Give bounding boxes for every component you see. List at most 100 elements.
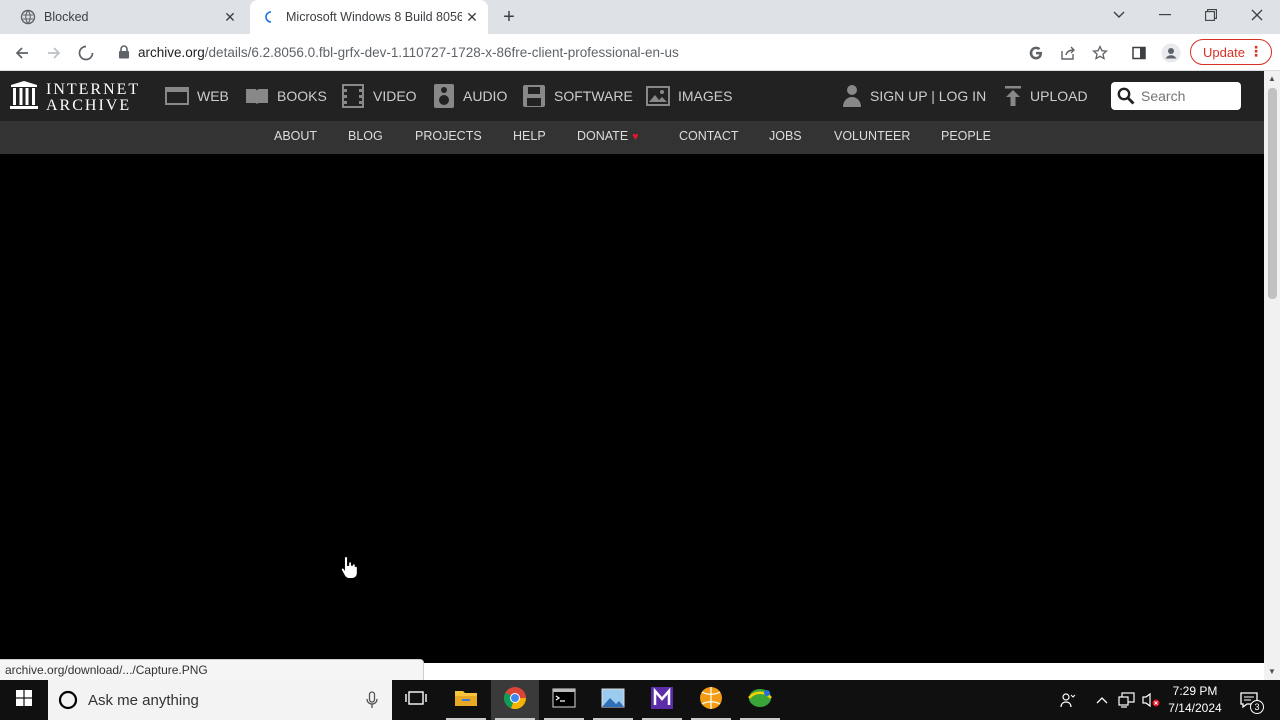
microphone-icon[interactable]: [366, 691, 378, 709]
subnav-projects[interactable]: PROJECTS: [415, 121, 482, 154]
signin-label: SIGN UP | LOG IN: [870, 88, 987, 104]
stop-loading-button[interactable]: [73, 40, 99, 66]
forward-button[interactable]: [41, 40, 67, 66]
donate-label: DONATE: [577, 129, 629, 143]
images-icon: [646, 86, 670, 106]
purple-m-app-icon: [650, 686, 674, 715]
url-host: archive.org: [138, 44, 205, 60]
ia-search-box[interactable]: [1111, 82, 1241, 110]
nav-books[interactable]: BOOKS: [245, 71, 327, 121]
minimize-button[interactable]: [1142, 0, 1188, 30]
volume-muted-icon[interactable]: [1140, 680, 1162, 720]
close-icon[interactable]: ✕: [220, 7, 240, 27]
nav-video[interactable]: VIDEO: [341, 71, 417, 121]
more-menu-icon[interactable]: ⋮: [1249, 43, 1263, 60]
close-window-button[interactable]: [1234, 0, 1280, 30]
nav-label: AUDIO: [463, 88, 508, 104]
hand-cursor-icon: [340, 555, 358, 584]
logo-line-1: INTERNET: [46, 80, 141, 98]
taskbar-command-prompt[interactable]: [540, 680, 588, 720]
nav-audio[interactable]: AUDIO: [433, 71, 507, 121]
tab-windows8-build[interactable]: Microsoft Windows 8 Build 8056 ✕: [250, 0, 488, 34]
nav-label: BOOKS: [277, 88, 327, 104]
search-icon: [1117, 87, 1135, 105]
page-content-area: [0, 154, 1264, 663]
task-view-icon: [405, 690, 427, 711]
video-icon: [341, 84, 365, 108]
sign-up-login-link[interactable]: SIGN UP | LOG IN: [842, 71, 986, 121]
subnav-donate[interactable]: DONATE ♥: [577, 121, 639, 154]
upload-link[interactable]: UPLOAD: [1004, 71, 1088, 121]
nav-web[interactable]: WEB: [165, 71, 229, 121]
taskbar-chrome[interactable]: [491, 680, 539, 720]
url-text[interactable]: archive.org/details/6.2.8056.0.fbl-grfx-…: [138, 45, 679, 60]
cortana-circle-icon: [58, 690, 78, 710]
tab-strip: Blocked ✕ Microsoft Windows 8 Build 8056…: [0, 0, 1280, 34]
subnav-people[interactable]: PEOPLE: [941, 121, 991, 154]
action-center-button[interactable]: 3: [1236, 680, 1264, 720]
lock-icon[interactable]: [118, 45, 130, 59]
green-globe-icon: [747, 687, 773, 714]
url-path: /details/6.2.8056.0.fbl-grfx-dev-1.11072…: [204, 44, 679, 60]
nav-images[interactable]: IMAGES: [646, 71, 732, 121]
start-button[interactable]: [0, 680, 48, 720]
upload-icon: [1004, 85, 1022, 107]
task-view-button[interactable]: [392, 680, 440, 720]
user-icon: [842, 84, 862, 108]
audio-icon: [433, 83, 455, 109]
taskbar-media-app[interactable]: [638, 680, 686, 720]
restore-button[interactable]: [1188, 0, 1234, 30]
show-hidden-icons-chevron-icon[interactable]: [1092, 680, 1112, 720]
profile-avatar-icon[interactable]: [1158, 40, 1184, 66]
taskbar-clock[interactable]: 7:29 PM 7/14/2024: [1160, 683, 1230, 717]
cortana-search-box[interactable]: Ask me anything: [48, 680, 392, 720]
taskbar-photos[interactable]: [589, 680, 637, 720]
folder-icon: [454, 688, 478, 713]
web-icon: [165, 86, 189, 106]
photo-viewer-icon: [601, 688, 625, 713]
windows-taskbar: Ask me anything 7:29 PM 7/14/2024 3: [0, 680, 1280, 720]
browser-toolbar: archive.org/details/6.2.8056.0.fbl-grfx-…: [0, 34, 1280, 71]
taskbar-orange-app[interactable]: [687, 680, 735, 720]
subnav-volunteer[interactable]: VOLUNTEER: [834, 121, 910, 154]
nav-label: IMAGES: [678, 88, 733, 104]
nav-software[interactable]: SOFTWARE: [522, 71, 633, 121]
scrollbar-thumb[interactable]: [1268, 88, 1277, 299]
tab-blocked[interactable]: Blocked ✕: [8, 0, 246, 34]
update-label: Update: [1203, 44, 1245, 60]
google-icon[interactable]: [1023, 40, 1049, 66]
subnav-help[interactable]: HELP: [513, 121, 546, 154]
page-scrollbar[interactable]: ▲ ▼: [1264, 71, 1280, 680]
logo-line-2: ARCHIVE: [46, 96, 132, 114]
subnav-blog[interactable]: BLOG: [348, 121, 383, 154]
subnav-about[interactable]: ABOUT: [274, 121, 317, 154]
notification-count-badge: 3: [1250, 700, 1264, 714]
subnav-contact[interactable]: CONTACT: [679, 121, 739, 154]
new-tab-button[interactable]: +: [498, 6, 520, 28]
ia-logo[interactable]: INTERNET ARCHIVE: [10, 80, 140, 115]
taskbar-network-app[interactable]: [736, 680, 784, 720]
nav-label: SOFTWARE: [554, 88, 633, 104]
people-icon[interactable]: [1057, 680, 1079, 720]
tab-title: Microsoft Windows 8 Build 8056: [286, 10, 462, 24]
tab-search-chevron-icon[interactable]: [1096, 0, 1142, 30]
search-input[interactable]: [1141, 88, 1236, 104]
archive-building-icon: [10, 80, 38, 115]
upload-label: UPLOAD: [1030, 88, 1088, 104]
bookmark-star-icon[interactable]: [1087, 40, 1113, 66]
share-icon[interactable]: [1055, 40, 1081, 66]
nav-label: WEB: [197, 88, 229, 104]
back-button[interactable]: [9, 40, 35, 66]
clock-time: 7:29 PM: [1172, 684, 1218, 698]
network-icon[interactable]: [1116, 680, 1138, 720]
terminal-icon: [552, 687, 576, 713]
subnav-jobs[interactable]: JOBS: [769, 121, 802, 154]
taskbar-file-explorer[interactable]: [442, 680, 490, 720]
address-bar[interactable]: archive.org/details/6.2.8056.0.fbl-grfx-…: [106, 38, 1124, 66]
scroll-up-arrow-icon[interactable]: ▲: [1268, 74, 1276, 83]
chrome-icon: [503, 686, 527, 715]
close-icon[interactable]: ✕: [462, 7, 482, 27]
scroll-down-arrow-icon[interactable]: ▼: [1268, 667, 1276, 676]
update-button[interactable]: Update ⋮: [1190, 39, 1272, 65]
side-panel-icon[interactable]: [1126, 40, 1152, 66]
